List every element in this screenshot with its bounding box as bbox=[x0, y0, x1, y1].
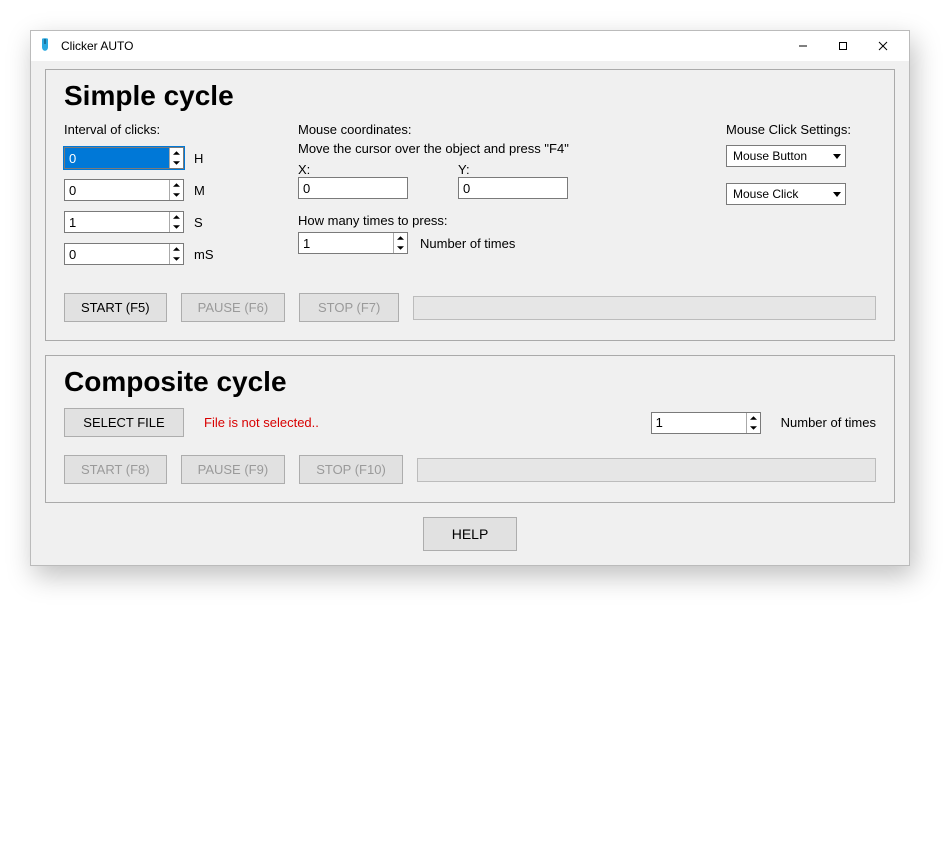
presses-input[interactable] bbox=[299, 233, 393, 253]
seconds-down[interactable] bbox=[170, 222, 183, 232]
ms-spinner[interactable] bbox=[64, 243, 184, 265]
composite-progress bbox=[417, 458, 876, 482]
title-bar: Clicker AUTO bbox=[31, 31, 909, 61]
unit-ms: mS bbox=[194, 247, 222, 262]
hours-up[interactable] bbox=[170, 148, 183, 158]
mouse-button-value: Mouse Button bbox=[733, 149, 807, 163]
composite-cycle-group: Composite cycle SELECT FILE File is not … bbox=[45, 355, 895, 503]
ms-input[interactable] bbox=[65, 244, 169, 264]
x-label: X: bbox=[298, 162, 408, 177]
y-input[interactable] bbox=[458, 177, 568, 199]
client-area: Simple cycle Interval of clicks: bbox=[31, 61, 909, 565]
select-file-button[interactable]: SELECT FILE bbox=[64, 408, 184, 437]
composite-times-up[interactable] bbox=[747, 413, 760, 423]
chevron-down-icon bbox=[833, 192, 841, 197]
maximize-button[interactable] bbox=[823, 32, 863, 60]
mouse-button-select[interactable]: Mouse Button bbox=[726, 145, 846, 167]
help-button[interactable]: HELP bbox=[423, 517, 518, 551]
settings-label: Mouse Click Settings: bbox=[726, 122, 876, 137]
presses-suffix: Number of times bbox=[420, 236, 515, 251]
minutes-down[interactable] bbox=[170, 190, 183, 200]
unit-minutes: M bbox=[194, 183, 222, 198]
simple-cycle-group: Simple cycle Interval of clicks: bbox=[45, 69, 895, 341]
minutes-spinner[interactable] bbox=[64, 179, 184, 201]
presses-up[interactable] bbox=[394, 233, 407, 243]
mouse-click-value: Mouse Click bbox=[733, 187, 798, 201]
seconds-input[interactable] bbox=[65, 212, 169, 232]
window-title: Clicker AUTO bbox=[61, 39, 783, 53]
simple-stop-button[interactable]: STOP (F7) bbox=[299, 293, 399, 322]
x-input[interactable] bbox=[298, 177, 408, 199]
coords-hint: Move the cursor over the object and pres… bbox=[298, 141, 702, 156]
composite-times-down[interactable] bbox=[747, 423, 760, 433]
presses-down[interactable] bbox=[394, 243, 407, 253]
mouse-click-select[interactable]: Mouse Click bbox=[726, 183, 846, 205]
hours-down[interactable] bbox=[170, 158, 183, 168]
coords-label: Mouse coordinates: bbox=[298, 122, 702, 137]
file-status: File is not selected.. bbox=[204, 415, 319, 430]
presses-label: How many times to press: bbox=[298, 213, 702, 228]
close-button[interactable] bbox=[863, 32, 903, 60]
composite-stop-button[interactable]: STOP (F10) bbox=[299, 455, 403, 484]
minimize-button[interactable] bbox=[783, 32, 823, 60]
minutes-up[interactable] bbox=[170, 180, 183, 190]
app-window: Clicker AUTO Simple cycle Interval of cl… bbox=[30, 30, 910, 566]
simple-cycle-legend: Simple cycle bbox=[64, 80, 876, 112]
unit-hours: H bbox=[194, 151, 222, 166]
seconds-spinner[interactable] bbox=[64, 211, 184, 233]
composite-start-button[interactable]: START (F8) bbox=[64, 455, 167, 484]
y-label: Y: bbox=[458, 162, 568, 177]
hours-spinner[interactable] bbox=[64, 147, 184, 169]
composite-times-input[interactable] bbox=[652, 413, 746, 433]
ms-down[interactable] bbox=[170, 254, 183, 264]
chevron-down-icon bbox=[833, 154, 841, 159]
simple-progress bbox=[413, 296, 876, 320]
minutes-input[interactable] bbox=[65, 180, 169, 200]
presses-spinner[interactable] bbox=[298, 232, 408, 254]
simple-start-button[interactable]: START (F5) bbox=[64, 293, 167, 322]
app-icon bbox=[37, 38, 53, 54]
composite-cycle-legend: Composite cycle bbox=[64, 366, 876, 398]
composite-times-spinner[interactable] bbox=[651, 412, 761, 434]
ms-up[interactable] bbox=[170, 244, 183, 254]
simple-pause-button[interactable]: PAUSE (F6) bbox=[181, 293, 286, 322]
composite-times-suffix: Number of times bbox=[781, 415, 876, 430]
seconds-up[interactable] bbox=[170, 212, 183, 222]
unit-seconds: S bbox=[194, 215, 222, 230]
hours-input[interactable] bbox=[65, 148, 169, 168]
interval-label: Interval of clicks: bbox=[64, 122, 274, 137]
composite-pause-button[interactable]: PAUSE (F9) bbox=[181, 455, 286, 484]
